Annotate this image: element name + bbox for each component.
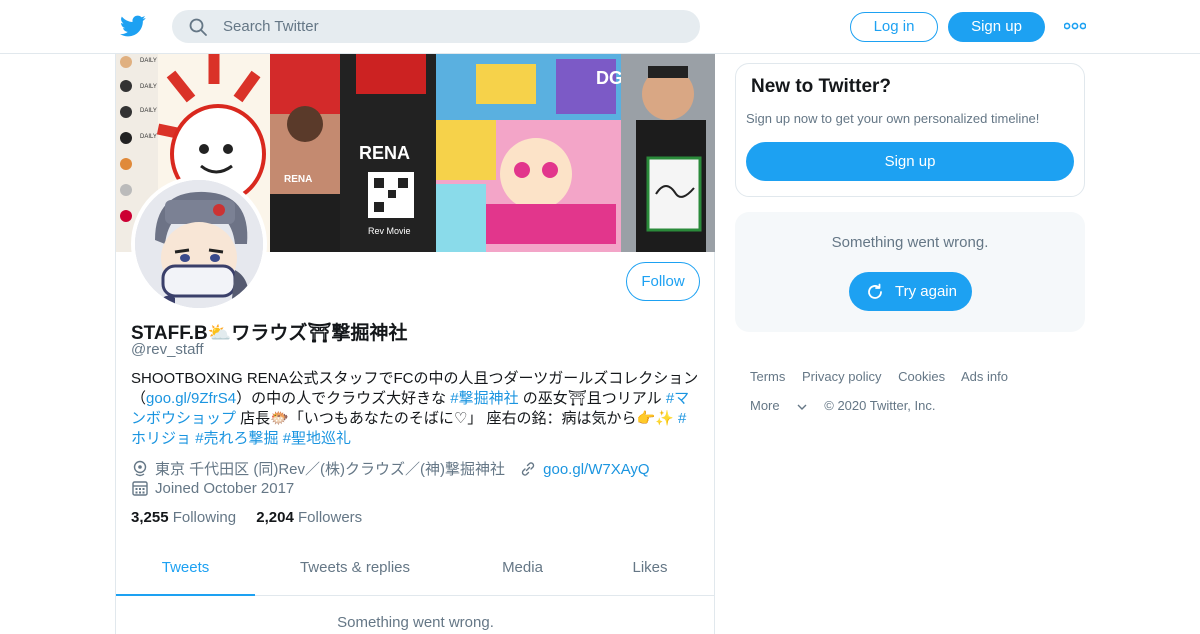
link-icon <box>521 462 535 476</box>
refresh-icon <box>868 283 882 299</box>
twitter-bird-logo-icon[interactable] <box>120 13 146 39</box>
search-input[interactable]: Search Twitter <box>223 18 319 35</box>
chevron-down-icon <box>797 404 807 410</box>
sidebar-error-message: Something went wrong. <box>831 234 989 251</box>
avatar-illustration <box>135 180 263 308</box>
bio-link[interactable]: goo.gl/9ZfrS4 <box>146 390 236 407</box>
new-to-twitter-card: New to Twitter? Sign up now to get your … <box>735 63 1085 197</box>
bio-text: の巫女⛩且つリアル <box>518 390 666 407</box>
profile-bio: SHOOTBOXING RENA公式スタッフでFCの中の人且つダーツガールズコレ… <box>131 369 701 449</box>
search-icon <box>189 18 207 36</box>
footer-ads-info-link[interactable]: Ads info <box>961 369 1008 384</box>
signup-button[interactable]: Sign up <box>948 12 1045 42</box>
profile-column: DAILY DAILY DAILY DAILY RENA RENA Rev Mo… <box>115 54 715 634</box>
bio-link[interactable]: #売れろ撃掘 <box>195 430 278 447</box>
tab-media[interactable]: Media <box>455 548 590 596</box>
bio-link[interactable]: #聖地巡礼 <box>283 430 351 447</box>
profile-location: 東京 千代田区 (同)Rev／(株)クラウズ／(神)撃掘神社 <box>155 461 505 478</box>
try-again-button[interactable]: Try again <box>849 272 972 311</box>
banner-rena-back-text: RENA <box>359 143 410 163</box>
footer-copyright: © 2020 Twitter, Inc. <box>824 398 936 413</box>
followers-count: 2,204 <box>256 509 294 526</box>
svg-text:DAILY: DAILY <box>140 134 157 140</box>
footer-terms-link[interactable]: Terms <box>750 369 785 384</box>
search-box[interactable]: Search Twitter <box>172 10 700 43</box>
footer-cookies-link[interactable]: Cookies <box>898 369 945 384</box>
footer-more-menu[interactable]: More <box>750 398 808 413</box>
profile-joined-date: Joined October 2017 <box>155 480 295 497</box>
profile-avatar[interactable] <box>131 176 267 312</box>
top-navigation-bar: Search Twitter Log in Sign up <box>0 0 1200 54</box>
follow-button[interactable]: Follow <box>626 262 700 301</box>
sidebar-signup-button[interactable]: Sign up <box>746 142 1074 181</box>
bio-text: ）の中の人でクラウズ大好きな <box>236 390 451 407</box>
location-pin-icon <box>133 460 147 477</box>
tab-tweets-and-replies[interactable]: Tweets & replies <box>255 548 455 596</box>
profile-meta-location-row: 東京 千代田区 (同)Rev／(株)クラウズ／(神)撃掘神社 goo.gl/W7… <box>131 458 650 479</box>
tab-likes[interactable]: Likes <box>590 548 710 596</box>
calendar-icon <box>132 481 148 496</box>
followers-label: Followers <box>297 509 363 526</box>
sidebar-error-card: Something went wrong. Try again <box>735 212 1085 332</box>
tab-tweets[interactable]: Tweets <box>116 548 255 596</box>
new-to-twitter-title: New to Twitter? <box>751 76 892 97</box>
following-stat[interactable]: 3,255 Following <box>131 509 236 526</box>
profile-meta-joined-row: Joined October 2017 <box>131 479 294 497</box>
profile-tabs: Tweets Tweets & replies Media Likes <box>116 548 715 596</box>
footer-more-label: More <box>750 398 780 413</box>
bio-link[interactable]: #撃掘神社 <box>450 390 518 407</box>
sidebar-footer: Terms Privacy policy Cookies Ads info Mo… <box>750 362 1080 420</box>
svg-text:DAILY: DAILY <box>140 84 157 90</box>
more-options-icon[interactable] <box>1064 18 1086 34</box>
svg-text:DAILY: DAILY <box>140 108 157 114</box>
following-count: 3,255 <box>131 509 169 526</box>
footer-privacy-link[interactable]: Privacy policy <box>802 369 881 384</box>
banner-rena-small-text: RENA <box>284 174 312 185</box>
timeline-error-message: Something went wrong. <box>337 614 494 631</box>
profile-stats: 3,255 Following 2,204 Followers <box>131 509 362 526</box>
try-again-label: Try again <box>895 283 957 300</box>
following-label: Following <box>172 509 237 526</box>
followers-stat[interactable]: 2,204 Followers <box>256 509 362 526</box>
profile-handle: @rev_staff <box>131 341 204 358</box>
login-button[interactable]: Log in <box>850 12 938 42</box>
banner-daily-text: DAILY <box>140 58 157 64</box>
profile-url-link[interactable]: goo.gl/W7XAyQ <box>543 461 649 478</box>
bio-text: 店長🐡「いつもあなたのそばに♡」 座右の銘：病は気から👉✨ <box>236 410 678 427</box>
banner-rev-movie-text: Rev Movie <box>368 226 411 236</box>
new-to-twitter-subtitle: Sign up now to get your own personalized… <box>746 111 1040 126</box>
